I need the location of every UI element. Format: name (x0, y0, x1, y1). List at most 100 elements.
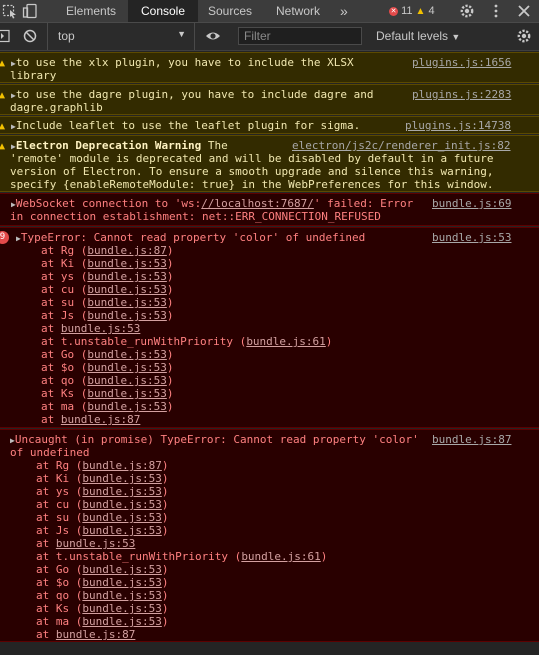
message-text: 'remote' module is deprecated and will b… (10, 152, 494, 165)
stack-frame-function: at Js ( (41, 309, 88, 322)
stack-frame-source-link[interactable]: bundle.js:53 (61, 322, 140, 335)
stack-frame-paren: ) (161, 576, 169, 589)
stack-frame-source-link[interactable]: bundle.js:61 (241, 550, 320, 563)
stack-frame-source-link[interactable]: bundle.js:53 (82, 485, 161, 498)
error-icon: ✕ (389, 6, 398, 16)
stack-frame-function: at Ks ( (36, 602, 83, 615)
sidebar-toggle-icon[interactable] (0, 29, 11, 43)
stack-frame-source-link[interactable]: bundle.js:53 (82, 563, 161, 576)
stack-frame-source-link[interactable]: bundle.js:53 (82, 615, 161, 628)
stack-frame-function: at $o ( (41, 361, 88, 374)
stack-frame-source-link[interactable]: bundle.js:53 (82, 511, 161, 524)
warning-count: 4 (428, 5, 435, 17)
source-link[interactable]: bundle.js:69 (432, 197, 511, 210)
source-link[interactable]: bundle.js:87 (432, 433, 511, 446)
filter-input[interactable] (238, 27, 362, 45)
warning-icon: ▲ (0, 58, 6, 69)
console-messages: ▲ ▶to use the xlx plugin, you have to in… (0, 52, 539, 655)
gear-icon[interactable] (459, 3, 475, 19)
message-text: library (10, 69, 57, 82)
stack-frame-function: at Js ( (36, 524, 83, 537)
stack-frame-function: at (41, 413, 61, 426)
stack-frame-function: at Go ( (36, 563, 83, 576)
message-text: Uncaught (in promise) TypeError: Cannot … (14, 433, 419, 446)
tab-sources[interactable]: Sources (208, 0, 252, 22)
tab-console[interactable]: Console (128, 0, 198, 22)
inspect-element-icon[interactable] (2, 3, 18, 19)
stack-frame-source-link[interactable]: bundle.js:53 (82, 498, 161, 511)
kebab-menu-icon[interactable] (488, 3, 504, 19)
stack-frame: at Go (bundle.js:53) (36, 563, 168, 576)
stack-frame-source-link[interactable]: bundle.js:53 (87, 270, 166, 283)
console-warning-message: ▲ ▶to use the xlx plugin, you have to in… (0, 52, 539, 83)
log-levels-dropdown[interactable]: Default levels ▼ (376, 29, 460, 43)
websocket-url-link[interactable]: //localhost:7687/ (201, 197, 314, 210)
stack-frame-paren: ) (161, 485, 169, 498)
stack-frame-source-link[interactable]: bundle.js:53 (82, 576, 161, 589)
warning-icon: ▲ (0, 121, 6, 132)
source-link[interactable]: plugins.js:1656 (412, 56, 511, 69)
stack-frame-source-link[interactable]: bundle.js:53 (87, 374, 166, 387)
repeat-count-badge: 9 (0, 231, 9, 244)
stack-frame-function: at su ( (41, 296, 88, 309)
message-text: to use the dagre plugin, you have to inc… (15, 88, 374, 101)
stack-frame-paren: ) (161, 615, 169, 628)
stack-frame-function: at su ( (36, 511, 83, 524)
warning-icon: ▲ (415, 6, 426, 17)
stack-frame: at $o (bundle.js:53) (36, 576, 168, 589)
stack-frame-source-link[interactable]: bundle.js:53 (82, 524, 161, 537)
context-selector[interactable]: top ▼ (47, 23, 195, 50)
stack-frame-paren: ) (161, 524, 169, 537)
context-label: top (58, 29, 75, 43)
tab-elements[interactable]: Elements (66, 0, 116, 22)
stack-frame-source-link[interactable]: bundle.js:53 (87, 283, 166, 296)
tab-network[interactable]: Network (276, 0, 320, 22)
stack-frame-paren: ) (166, 270, 174, 283)
stack-frame-paren: ) (166, 309, 174, 322)
message-title: Electron Deprecation Warning (15, 139, 202, 152)
stack-frame: at Js (bundle.js:53) (36, 524, 168, 537)
source-link[interactable]: plugins.js:14738 (405, 119, 511, 132)
message-text: TypeError: Cannot read property 'color' … (20, 231, 366, 244)
stack-frame-source-link[interactable]: bundle.js:53 (87, 400, 166, 413)
chevron-down-icon: ▼ (177, 29, 186, 39)
stack-frame-source-link[interactable]: bundle.js:53 (87, 309, 166, 322)
stack-frame: at bundle.js:53 (41, 322, 140, 335)
stack-frame-source-link[interactable]: bundle.js:53 (87, 348, 166, 361)
issues-counter[interactable]: ✕ 11 ▲ 4 (389, 0, 435, 22)
live-expression-eye-icon[interactable] (205, 29, 221, 43)
stack-frame: at ma (bundle.js:53) (41, 400, 173, 413)
stack-frame-source-link[interactable]: bundle.js:61 (246, 335, 325, 348)
stack-frame-source-link[interactable]: bundle.js:53 (82, 589, 161, 602)
stack-frame-source-link[interactable]: bundle.js:87 (56, 628, 135, 641)
stack-frame-source-link[interactable]: bundle.js:53 (56, 537, 135, 550)
source-link[interactable]: electron/js2c/renderer_init.js:82 (292, 139, 511, 152)
stack-frame-paren: ) (166, 244, 174, 257)
message-text: of undefined (10, 446, 90, 459)
clear-console-icon[interactable] (23, 29, 37, 43)
stack-frame-paren: ) (325, 335, 333, 348)
source-link[interactable]: plugins.js:2283 (412, 88, 511, 101)
stack-frame-source-link[interactable]: bundle.js:87 (61, 413, 140, 426)
source-link[interactable]: bundle.js:53 (432, 231, 511, 244)
stack-frame-source-link[interactable]: bundle.js:87 (87, 244, 166, 257)
stack-frame-function: at qo ( (36, 589, 83, 602)
stack-frame-source-link[interactable]: bundle.js:53 (87, 257, 166, 270)
stack-frame-function: at Rg ( (36, 459, 83, 472)
stack-frame: at cu (bundle.js:53) (36, 498, 168, 511)
console-settings-gear-icon[interactable] (516, 28, 532, 44)
console-warning-message: ▲ ▶Include leaflet to use the leaflet pl… (0, 116, 539, 134)
stack-frame-source-link[interactable]: bundle.js:53 (87, 296, 166, 309)
stack-frame-source-link[interactable]: bundle.js:53 (82, 602, 161, 615)
more-tabs-button[interactable]: » (340, 0, 348, 22)
stack-frame-source-link[interactable]: bundle.js:53 (82, 472, 161, 485)
close-icon[interactable] (516, 3, 532, 19)
stack-frame-source-link[interactable]: bundle.js:53 (87, 361, 166, 374)
stack-frame: at bundle.js:87 (41, 413, 140, 426)
stack-frame: at qo (bundle.js:53) (41, 374, 173, 387)
stack-frame-source-link[interactable]: bundle.js:53 (87, 387, 166, 400)
stack-frame-source-link[interactable]: bundle.js:87 (82, 459, 161, 472)
stack-frame-paren: ) (161, 602, 169, 615)
device-toolbar-icon[interactable] (22, 3, 38, 19)
stack-frame-paren: ) (166, 400, 174, 413)
